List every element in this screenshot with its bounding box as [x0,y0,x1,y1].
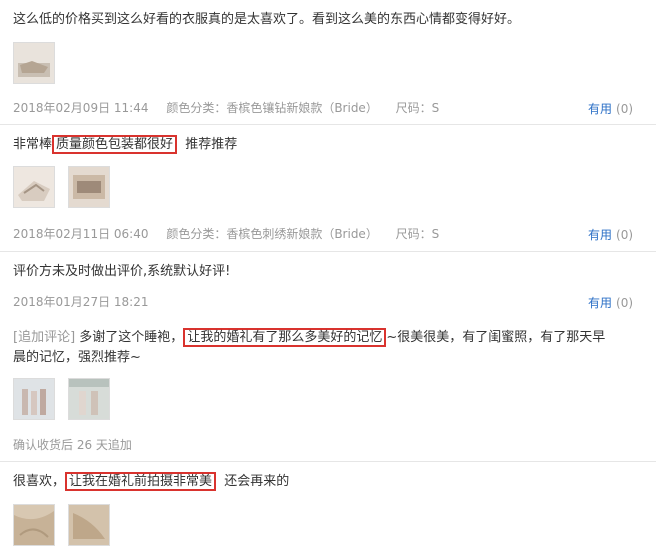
useful-button[interactable]: 有用 (0) [588,294,633,311]
photo-thumbnail-icon [14,505,54,545]
append-review-tag: [追加评论] [13,330,76,345]
highlighted-text: 质量颜色包装都很好 [52,135,178,154]
review-photo[interactable] [68,504,110,546]
review-photo[interactable] [13,378,55,420]
review-text: 这么低的价格买到这么好看的衣服真的是太喜欢了。看到这么美的东西心情都变得好好。 [13,12,521,27]
photo-thumbnail-icon [14,43,54,83]
divider [0,124,656,125]
review-sku-size: 尺码：S [395,227,440,241]
useful-button[interactable]: 有用 (0) [588,226,633,243]
review-text-end: 推荐推荐 [185,137,238,152]
useful-count: (0) [616,296,634,310]
append-text-start: 多谢了这个睡袍， [79,330,184,345]
review-meta: 2018年02月09日 11:44 颜色分类：香槟色镶钻新娘款（Bride） 尺… [13,99,453,116]
photo-thumbnail-icon [69,505,109,545]
highlighted-text: 让我在婚礼前拍摄非常美 [65,472,217,491]
useful-label[interactable]: 有用 [588,228,612,242]
review-photo[interactable] [68,166,110,208]
review-text-start: 非常棒 [13,137,53,152]
append-text-end: ~很美很美，有了闺蜜照，有了那天早 [386,330,606,345]
useful-count: (0) [616,228,634,242]
review-meta: 2018年01月27日 18:21 [13,293,162,310]
review-date: 2018年02月11日 06:40 [13,227,149,241]
review-text: 非常棒 质量颜色包装都很好 推荐推荐 [13,135,238,154]
photo-thumbnail-icon [69,379,109,419]
review-text: 很喜欢， 让我在婚礼前拍摄非常美 还会再来的 [13,472,290,491]
append-review-text-line2: 晨的记忆，强烈推荐~ [13,350,141,365]
review-photo[interactable] [13,504,55,546]
append-review-text: [追加评论] 多谢了这个睡袍， 让我的婚礼有了那么多美好的记忆 ~很美很美，有了闺蜜… [13,328,606,347]
useful-count: (0) [616,102,634,116]
review-text-start: 很喜欢， [13,474,66,489]
photo-thumbnail-icon [14,379,54,419]
photo-thumbnail-icon [14,167,54,207]
review-sku-color: 颜色分类：香槟色镶钻新娘款（Bride） [166,101,378,115]
append-review-meta: 确认收货后 26 天追加 [13,438,132,452]
photo-thumbnail-icon [69,167,109,207]
review-sku-color: 颜色分类：香槟色刺绣新娘款（Bride） [166,227,378,241]
review-meta: 2018年02月11日 06:40 颜色分类：香槟色刺绣新娘款（Bride） 尺… [13,225,453,242]
useful-label[interactable]: 有用 [588,296,612,310]
highlighted-text: 让我的婚礼有了那么多美好的记忆 [183,328,387,347]
divider [0,251,656,252]
divider [0,461,656,462]
review-date: 2018年01月27日 18:21 [13,295,149,309]
review-text: 评价方未及时做出评价,系统默认好评! [13,264,231,279]
review-date: 2018年02月09日 11:44 [13,101,149,115]
useful-button[interactable]: 有用 (0) [588,100,633,117]
review-sku-size: 尺码：S [395,101,440,115]
review-text-end: 还会再来的 [224,474,290,489]
review-photo[interactable] [68,378,110,420]
review-photo[interactable] [13,166,55,208]
review-photo[interactable] [13,42,55,84]
useful-label[interactable]: 有用 [588,102,612,116]
